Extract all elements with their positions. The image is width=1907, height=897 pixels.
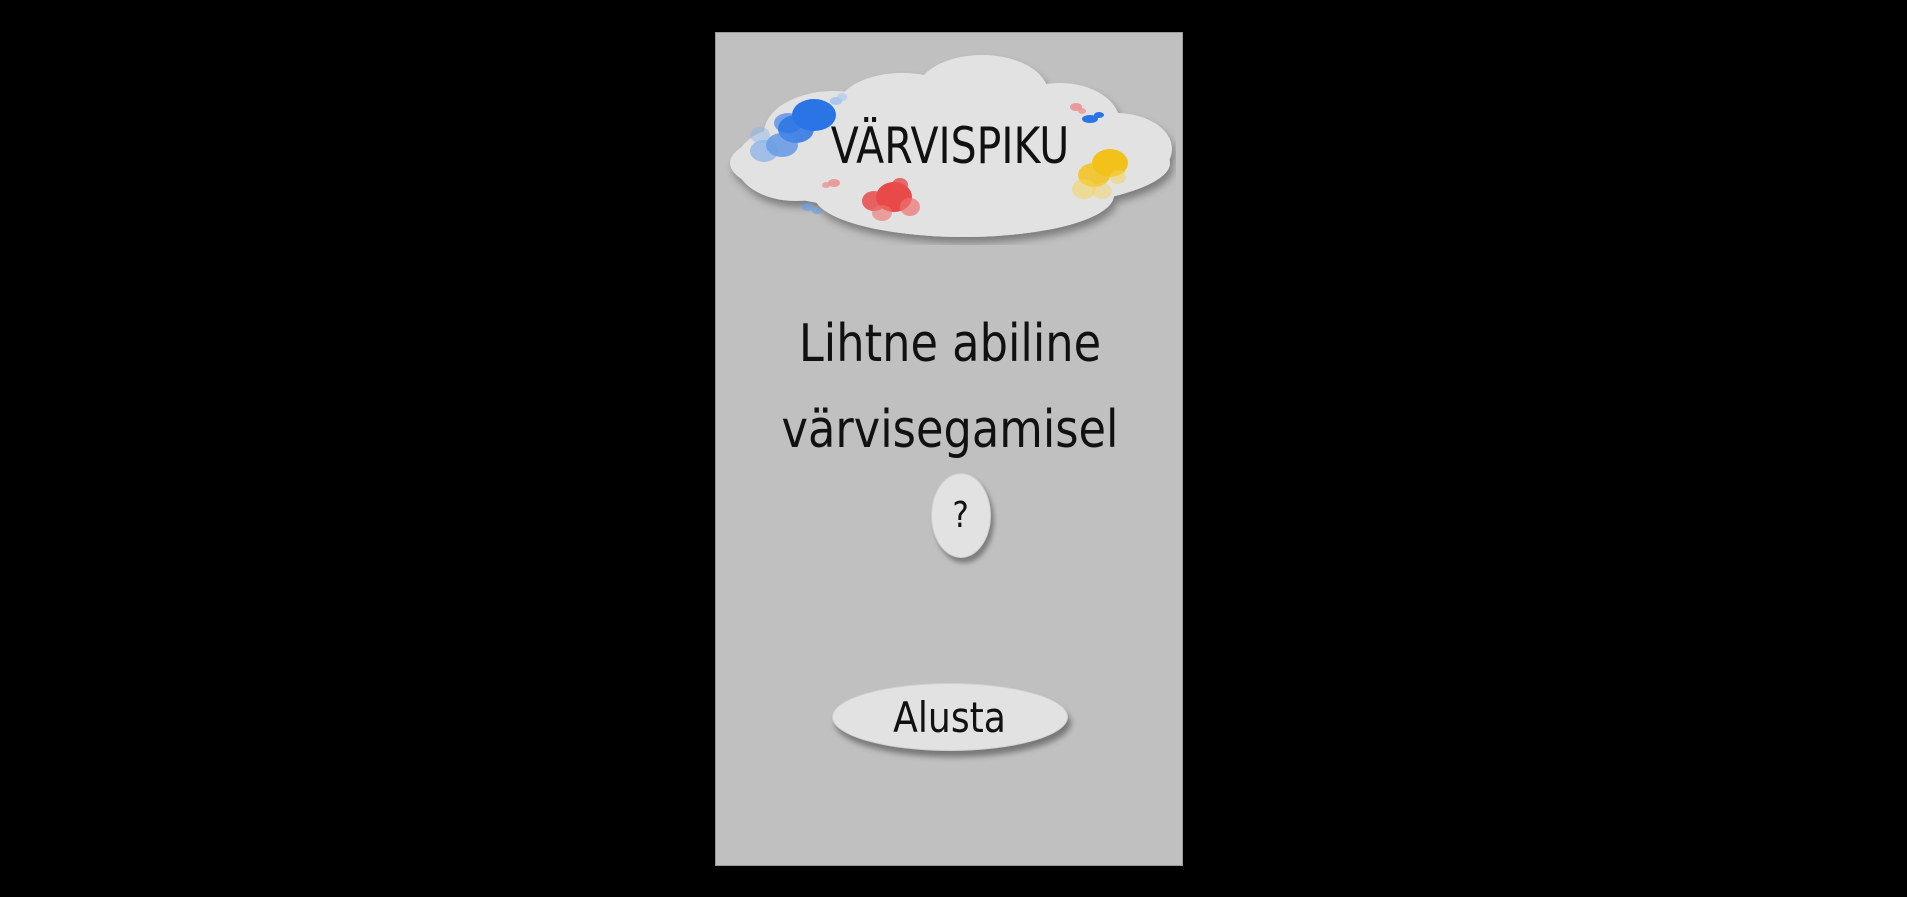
game-screen: VÄRVISPIKU Lihtne abiline värvisegamisel… <box>715 32 1183 866</box>
game-title: VÄRVISPIKU <box>830 117 1070 175</box>
start-button-label: Alusta <box>893 692 1007 742</box>
help-button[interactable]: ? <box>931 473 991 558</box>
help-button-label: ? <box>952 495 970 536</box>
title-cloud: VÄRVISPIKU <box>724 45 1176 245</box>
start-button[interactable]: Alusta <box>832 683 1068 751</box>
game-subtitle: Lihtne abiline värvisegamisel <box>781 314 1119 460</box>
